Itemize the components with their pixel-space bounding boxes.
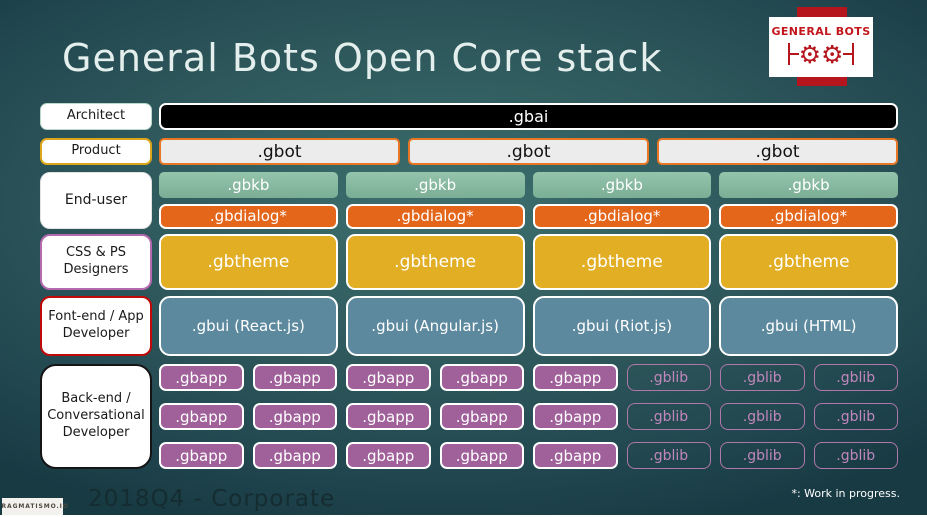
- gbapp-box: .gbapp: [159, 403, 244, 430]
- gbapp-gblib-row: .gbapp .gbapp .gbapp .gbapp .gbapp .gbli…: [159, 403, 898, 430]
- gbui-box: .gbui (React.js): [159, 296, 338, 356]
- gbkb-row: .gbkb .gbkb .gbkb .gbkb: [159, 172, 898, 198]
- slide: General Bots Open Core stack GENERAL BOT…: [0, 0, 927, 517]
- gbkb-box: .gbkb: [532, 172, 712, 198]
- back-end-stack: .gbapp .gbapp .gbapp .gbapp .gbapp .gbli…: [159, 364, 898, 469]
- gear-axle-line: [843, 53, 853, 55]
- gbtheme-box: .gbtheme: [719, 234, 898, 290]
- gbapp-box: .gbapp: [159, 442, 244, 469]
- gbapp-box: .gbapp: [439, 442, 524, 469]
- gbapp-box: .gbapp: [346, 364, 431, 391]
- page-title: General Bots Open Core stack: [62, 36, 663, 80]
- row-designers: CSS & PS Designers .gbtheme .gbtheme .gb…: [40, 234, 898, 290]
- role-label-end-user: End-user: [40, 172, 152, 229]
- gbtheme-box: .gbtheme: [532, 234, 712, 290]
- row-end-user: End-user .gbkb .gbkb .gbkb .gbkb .gbdial…: [40, 172, 898, 229]
- role-label-product: Product: [40, 138, 152, 165]
- pragmatismo-brand-box: PRAGMATISMO.IO: [0, 498, 68, 515]
- gbapp-box: .gbapp: [439, 364, 524, 391]
- gear-axle-line: [789, 53, 799, 55]
- stack-diagram: Architect .gbai Product .gbot .gbot .gbo…: [40, 103, 898, 469]
- gbdialog-row: .gbdialog* .gbdialog* .gbdialog* .gbdial…: [159, 203, 898, 229]
- gblib-box: .gblib: [813, 442, 898, 469]
- gear-end-bar: [852, 43, 855, 65]
- gbapp-box: .gbapp: [252, 403, 337, 430]
- role-label-architect: Architect: [40, 103, 152, 130]
- gbapp-box: .gbapp: [252, 442, 337, 469]
- gbkb-box: .gbkb: [719, 172, 898, 198]
- gblib-box: .gblib: [626, 403, 711, 430]
- logo-wordmark: GENERAL BOTS: [771, 25, 871, 38]
- gbtheme-box: .gbtheme: [345, 234, 525, 290]
- role-label-front-end: Font-end / App Developer: [40, 296, 152, 356]
- gbapp-box: .gbapp: [533, 403, 618, 430]
- end-user-stack: .gbkb .gbkb .gbkb .gbkb .gbdialog* .gbdi…: [159, 172, 898, 229]
- gbdialog-box: .gbdialog*: [345, 203, 525, 229]
- gbui-box: .gbui (HTML): [719, 296, 898, 356]
- gblib-box: .gblib: [720, 442, 805, 469]
- row-front-end: Font-end / App Developer .gbui (React.js…: [40, 296, 898, 356]
- row-product: Product .gbot .gbot .gbot: [40, 138, 898, 165]
- gbtheme-row: .gbtheme .gbtheme .gbtheme .gbtheme: [159, 234, 898, 290]
- gbkb-box: .gbkb: [159, 172, 338, 198]
- general-bots-logo: GENERAL BOTS ⚙ ⚙: [769, 17, 873, 77]
- gbai-box: .gbai: [159, 103, 898, 130]
- gblib-box: .gblib: [813, 403, 898, 430]
- gear-icon: ⚙: [821, 39, 844, 69]
- gblib-box: .gblib: [720, 364, 805, 391]
- gbapp-gblib-row: .gbapp .gbapp .gbapp .gbapp .gbapp .gbli…: [159, 442, 898, 469]
- gbapp-gblib-row: .gbapp .gbapp .gbapp .gbapp .gbapp .gbli…: [159, 364, 898, 391]
- gbapp-box: .gbapp: [346, 442, 431, 469]
- gear-icon: ⚙: [798, 39, 821, 69]
- gbot-row: .gbot .gbot .gbot: [159, 138, 898, 165]
- gbdialog-box: .gbdialog*: [159, 203, 338, 229]
- gblib-box: .gblib: [720, 403, 805, 430]
- gbapp-box: .gbapp: [346, 403, 431, 430]
- gbot-box: .gbot: [408, 138, 649, 165]
- gbui-box: .gbui (Angular.js): [345, 296, 525, 356]
- gblib-box: .gblib: [626, 442, 711, 469]
- gbtheme-box: .gbtheme: [159, 234, 338, 290]
- gbapp-box: .gbapp: [533, 442, 618, 469]
- gbapp-box: .gbapp: [533, 364, 618, 391]
- gbapp-box: .gbapp: [439, 403, 524, 430]
- gears-icon: ⚙ ⚙: [787, 39, 855, 69]
- gblib-box: .gblib: [626, 364, 711, 391]
- gbot-box: .gbot: [657, 138, 898, 165]
- gblib-box: .gblib: [813, 364, 898, 391]
- role-label-css-ps-designers: CSS & PS Designers: [40, 234, 152, 290]
- gbui-row: .gbui (React.js) .gbui (Angular.js) .gbu…: [159, 296, 898, 356]
- gbapp-box: .gbapp: [159, 364, 244, 391]
- gbot-box: .gbot: [159, 138, 400, 165]
- work-in-progress-footnote: *: Work in progress.: [791, 487, 900, 500]
- row-architect: Architect .gbai: [40, 103, 898, 130]
- role-label-back-end: Back-end / Conversational Developer: [40, 364, 152, 469]
- gbkb-box: .gbkb: [345, 172, 525, 198]
- row-back-end: Back-end / Conversational Developer .gba…: [40, 364, 898, 469]
- pragmatismo-brand-label: PRAGMATISMO.IO: [0, 503, 69, 510]
- gbui-box: .gbui (Riot.js): [532, 296, 712, 356]
- gbdialog-box: .gbdialog*: [532, 203, 712, 229]
- gbdialog-box: .gbdialog*: [719, 203, 898, 229]
- footer-caption: 2018Q4 - Corporate: [88, 486, 336, 512]
- gbapp-box: .gbapp: [252, 364, 337, 391]
